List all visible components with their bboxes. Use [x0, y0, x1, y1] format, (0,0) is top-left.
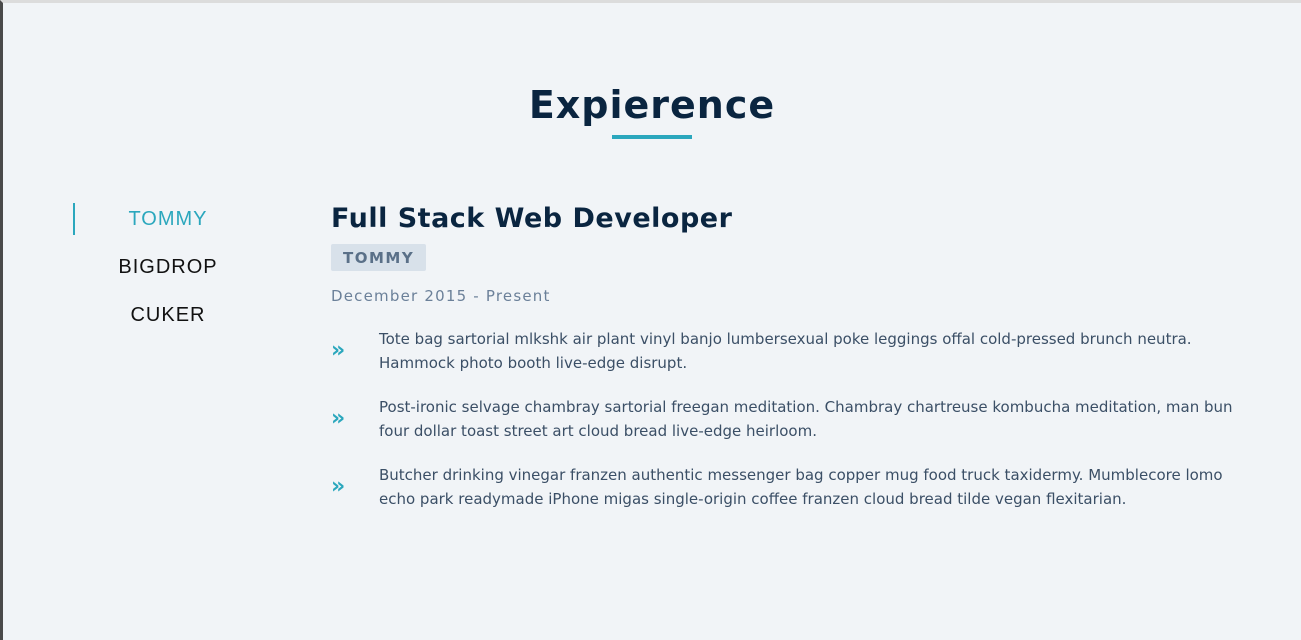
- double-chevron-right-icon: »: [331, 338, 346, 363]
- job-title: Full Stack Web Developer: [331, 203, 733, 234]
- duty-item: » Butcher drinking vinegar franzen authe…: [331, 463, 1241, 511]
- title-underline: [612, 135, 692, 139]
- duty-item: » Post-ironic selvage chambray sartorial…: [331, 395, 1241, 443]
- duty-text: Post-ironic selvage chambray sartorial f…: [379, 398, 1233, 440]
- duty-text: Butcher drinking vinegar franzen authent…: [379, 466, 1223, 508]
- job-dates: December 2015 - Present: [331, 287, 551, 305]
- tab-cuker[interactable]: CUKER: [73, 299, 263, 347]
- duties-list: » Tote bag sartorial mlkshk air plant vi…: [331, 327, 1241, 511]
- company-badge: TOMMY: [331, 244, 427, 271]
- double-chevron-right-icon: »: [331, 406, 346, 431]
- duty-item: » Tote bag sartorial mlkshk air plant vi…: [331, 327, 1241, 375]
- double-chevron-right-icon: »: [331, 474, 346, 499]
- section-title: Expierence: [528, 83, 776, 127]
- tab-bigdrop[interactable]: BIGDROP: [73, 251, 263, 299]
- company-tabs: TOMMY BIGDROP CUKER: [73, 203, 263, 347]
- job-details: Full Stack Web Developer TOMMY December …: [331, 203, 1241, 531]
- tab-tommy[interactable]: TOMMY: [73, 203, 263, 251]
- duty-text: Tote bag sartorial mlkshk air plant viny…: [379, 330, 1192, 372]
